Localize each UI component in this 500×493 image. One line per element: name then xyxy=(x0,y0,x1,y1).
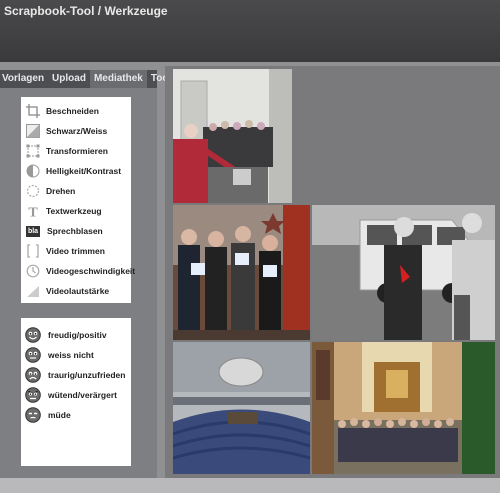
tool-helligkeit-kontrast[interactable]: Helligkeit/Kontrast xyxy=(21,161,131,181)
tool-label: Videogeschwindigkeit xyxy=(46,266,136,276)
status-bar xyxy=(0,478,500,493)
speech-bubble-badge: bla xyxy=(25,225,41,237)
sad-face-icon xyxy=(25,367,41,383)
mood-label: wütend/verärgert xyxy=(48,390,117,400)
mood-label: weiss nicht xyxy=(48,350,94,360)
mood-unsure[interactable]: weiss nicht xyxy=(21,345,131,365)
tool-label: Helligkeit/Kontrast xyxy=(46,166,122,176)
tool-videolautstaerke[interactable]: Videolautstärke xyxy=(21,281,131,301)
neutral-face-icon xyxy=(25,347,41,363)
photo-choir[interactable] xyxy=(173,69,292,203)
text-tool-icon: T xyxy=(26,204,40,219)
transform-icon xyxy=(26,144,40,158)
mood-label: freudig/positiv xyxy=(48,330,107,340)
mood-label: müde xyxy=(48,410,71,420)
mood-angry[interactable]: wütend/verärgert xyxy=(21,385,131,405)
black-white-icon xyxy=(26,124,40,138)
tool-textwerkzeug[interactable]: T Textwerkzeug xyxy=(21,201,131,221)
mood-tired[interactable]: müde xyxy=(21,405,131,425)
video-volume-icon xyxy=(26,284,40,298)
mood-label: traurig/unzufrieden xyxy=(48,370,126,380)
brightness-contrast-icon xyxy=(26,164,40,178)
tab-upload[interactable]: Upload xyxy=(48,70,90,88)
tired-face-icon xyxy=(25,407,41,423)
tool-list: Beschneiden Schwarz/Weiss Transformieren… xyxy=(21,97,135,303)
tool-label: Videolautstärke xyxy=(46,286,110,296)
tool-transformieren[interactable]: Transformieren xyxy=(21,141,131,161)
tool-label: Schwarz/Weiss xyxy=(46,126,108,136)
mood-sad[interactable]: traurig/unzufrieden xyxy=(21,365,131,385)
photo-church-group[interactable] xyxy=(312,342,495,474)
tool-label: Drehen xyxy=(46,186,76,196)
tool-videogeschwindigkeit[interactable]: Videogeschwindigkeit xyxy=(21,261,135,281)
tool-sprechblasen[interactable]: bla Sprechblasen xyxy=(21,221,131,241)
tool-beschneiden[interactable]: Beschneiden xyxy=(21,101,131,121)
video-trim-icon xyxy=(26,244,40,258)
tool-schwarz-weiss[interactable]: Schwarz/Weiss xyxy=(21,121,131,141)
tool-drehen[interactable]: Drehen xyxy=(21,181,131,201)
video-speed-icon xyxy=(26,264,40,278)
tool-label: Textwerkzeug xyxy=(46,206,102,216)
speech-bubble-icon: bla xyxy=(25,224,41,238)
tab-mediathek[interactable]: Mediathek xyxy=(89,70,147,88)
happy-face-icon xyxy=(25,327,41,343)
tool-label: Beschneiden xyxy=(46,106,99,116)
tool-label: Sprechblasen xyxy=(47,226,103,236)
angry-face-icon xyxy=(25,387,41,403)
tool-video-trimmen[interactable]: Video trimmen xyxy=(21,241,131,261)
tab-bar: Vorlagen Upload Mediathek Tools xyxy=(0,70,177,88)
mood-happy[interactable]: freudig/positiv xyxy=(21,325,131,345)
mood-list: freudig/positiv weiss nicht traurig/unzu… xyxy=(21,318,131,466)
tool-label: Transformieren xyxy=(46,146,108,156)
photo-van[interactable] xyxy=(312,205,495,340)
svg-text:T: T xyxy=(28,206,38,219)
tab-vorlagen[interactable]: Vorlagen xyxy=(0,70,48,88)
crop-icon xyxy=(26,104,40,118)
photo-parliament[interactable] xyxy=(173,342,310,474)
photo-award-group[interactable] xyxy=(173,205,310,340)
rotate-icon xyxy=(26,184,40,198)
title-bar: Scrapbook-Tool / Werkzeuge xyxy=(0,0,500,64)
window-title: Scrapbook-Tool / Werkzeuge xyxy=(4,4,168,18)
app-window: Scrapbook-Tool / Werkzeuge Vorlagen Uplo… xyxy=(0,0,500,493)
tool-label: Video trimmen xyxy=(46,246,105,256)
